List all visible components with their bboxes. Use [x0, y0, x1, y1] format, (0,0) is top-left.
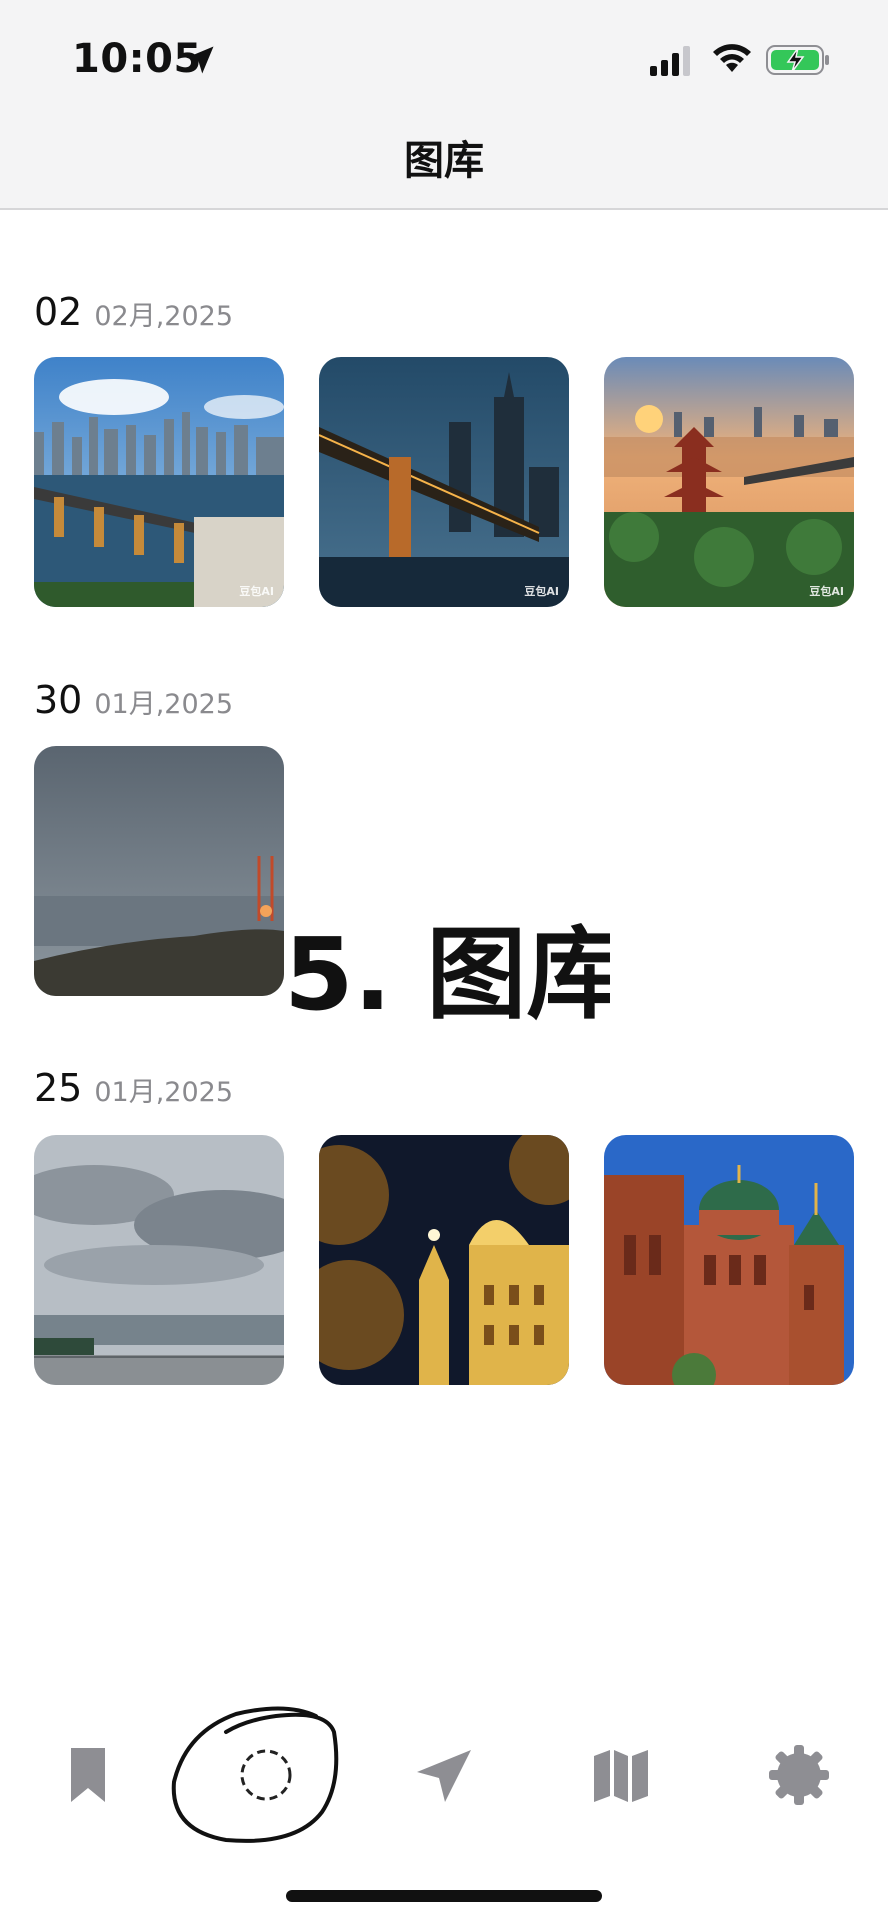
battery-charging-icon: [766, 45, 829, 75]
hand-drawn-circle-annotation: [171, 1706, 339, 1843]
section-day: 25: [34, 1066, 83, 1110]
watermark-label: 豆包AI: [524, 585, 559, 598]
page-title: 图库: [404, 138, 484, 184]
location-arrow-icon: [186, 46, 214, 74]
section-day: 02: [34, 290, 83, 334]
date-section-header: 02 02月,2025: [34, 290, 233, 350]
settings-gear-icon[interactable]: [764, 1740, 834, 1810]
navigation-arrow-icon[interactable]: [409, 1740, 479, 1810]
map-icon[interactable]: [586, 1740, 656, 1810]
watermark-label: 豆包AI: [809, 585, 844, 598]
bookmark-icon[interactable]: [53, 1740, 123, 1810]
photo-thumbnail-night-building[interactable]: [319, 1135, 569, 1385]
section-day: 30: [34, 678, 83, 722]
section-month-year: 01月,2025: [94, 689, 234, 720]
photo-thumbnail-pagoda-sunset[interactable]: 豆包AI: [604, 357, 854, 607]
photo-thumbnail-foggy-coast[interactable]: [34, 746, 284, 996]
wifi-icon: [713, 44, 751, 72]
home-indicator: [286, 1890, 602, 1902]
watermark-label: 豆包AI: [239, 585, 274, 598]
section-month-year: 02月,2025: [94, 301, 234, 332]
section-month-year: 01月,2025: [94, 1077, 234, 1108]
cellular-signal-icon: [650, 46, 690, 76]
overlay-caption-text: 5. 图库: [284, 916, 610, 1033]
date-section-header: 25 01月,2025: [34, 1066, 233, 1126]
photo-thumbnail-cloudy-seafront[interactable]: [34, 1135, 284, 1385]
photo-thumbnail-red-cathedral[interactable]: [604, 1135, 854, 1385]
photo-thumbnail-city-skyline[interactable]: 豆包AI: [34, 357, 284, 607]
date-section-header: 30 01月,2025: [34, 678, 233, 738]
overlay-caption: 5. 图库: [280, 909, 610, 1035]
photo-thumbnail-bridge-dusk[interactable]: 豆包AI: [319, 357, 569, 607]
